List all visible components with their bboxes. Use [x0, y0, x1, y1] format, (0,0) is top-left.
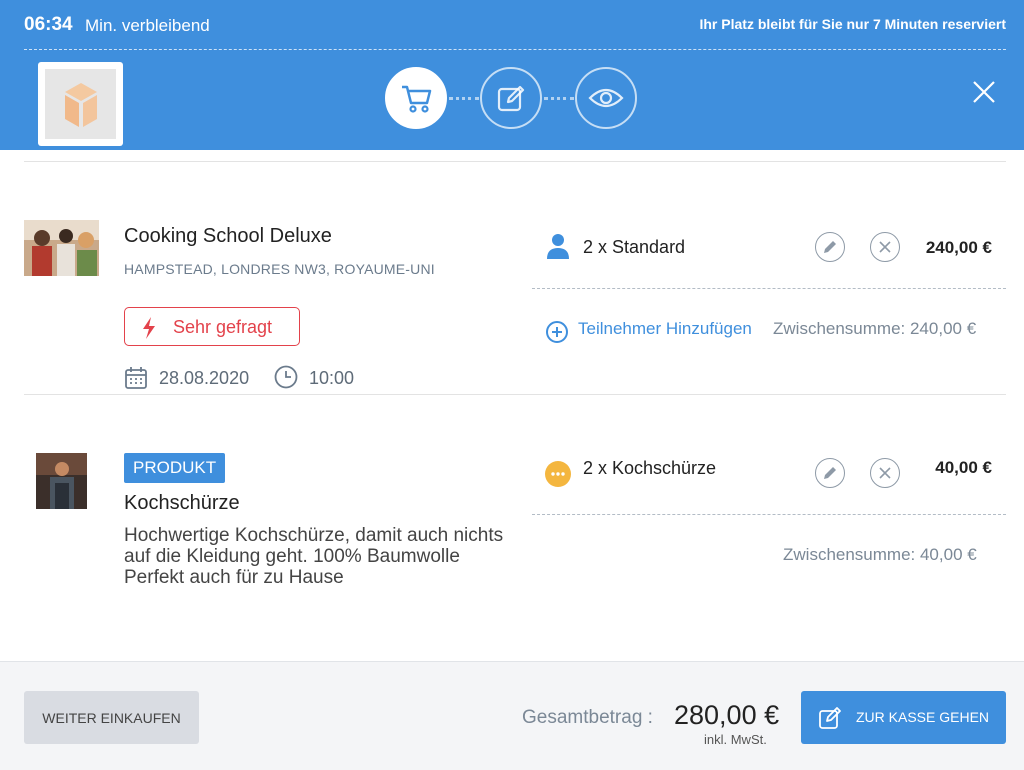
remove-ticket-button[interactable]: [870, 232, 900, 262]
timer-countdown: 06:34: [24, 14, 73, 35]
checkout-button[interactable]: ZUR KASSE GEHEN: [801, 691, 1006, 744]
cart-footer: WEITER EINKAUFEN Gesamtbetrag : 280,00 €…: [0, 661, 1024, 770]
event-title[interactable]: Cooking School Deluxe: [124, 225, 332, 248]
badge-label: Sehr gefragt: [173, 317, 273, 337]
reservation-note: Ihr Platz bleibt für Sie nur 7 Minuten r…: [699, 16, 1006, 32]
timer-label: Min. verbleibend: [85, 16, 210, 35]
eye-icon: [588, 88, 624, 108]
dashed-divider: [532, 288, 1006, 289]
person-icon: [547, 234, 569, 259]
edit-ticket-button[interactable]: [815, 232, 845, 262]
more-dots-icon: [545, 461, 571, 487]
lightning-icon: [143, 317, 155, 339]
event-date: 28.08.2020: [159, 368, 250, 388]
pencil-icon: [824, 241, 836, 253]
close-icon: [973, 81, 995, 103]
edit-icon: [819, 707, 841, 729]
event-thumbnail[interactable]: [24, 220, 99, 276]
pencil-icon: [824, 467, 836, 479]
event-time: 10:00: [309, 368, 355, 388]
divider: [24, 161, 1006, 162]
product-title[interactable]: Kochschürze: [124, 492, 240, 515]
dashed-divider: [532, 514, 1006, 515]
remove-icon: [879, 241, 891, 253]
step-details[interactable]: [480, 67, 542, 129]
apron-photo: [36, 453, 87, 509]
plus-circle-icon: [546, 321, 568, 343]
remove-product-button[interactable]: [870, 458, 900, 488]
close-button[interactable]: [972, 80, 996, 104]
reservation-timer-bar: 06:34 Min. verbleibend Ihr Platz bleibt …: [24, 0, 1006, 50]
step-connector: [544, 97, 574, 100]
box-logo-icon: [65, 83, 97, 127]
item-subtotal: Zwischensumme: 240,00 €: [773, 319, 977, 338]
ticket-line-price: 240,00 €: [925, 238, 992, 257]
item-subtotal: Zwischensumme: 40,00 €: [783, 545, 977, 564]
step-review[interactable]: [575, 67, 637, 129]
event-location: HAMPSTEAD, LONDRES NW3, ROYAUME-UNI: [124, 261, 435, 277]
calendar-icon: [125, 367, 147, 389]
remove-icon: [879, 467, 891, 479]
product-line-price: 40,00 €: [935, 458, 992, 477]
step-connector: [449, 97, 479, 100]
product-thumbnail[interactable]: [36, 453, 87, 509]
ticket-line-label: 2 x Standard: [583, 237, 686, 257]
clock-icon: [274, 365, 298, 389]
product-tag: PRODUKT: [124, 453, 226, 483]
shop-logo: [38, 62, 123, 146]
high-demand-badge: Sehr gefragt: [124, 307, 300, 346]
edit-product-button[interactable]: [815, 458, 845, 488]
tax-note: inkl. MwSt.: [704, 732, 767, 747]
continue-shopping-button[interactable]: WEITER EINKAUFEN: [24, 691, 199, 744]
product-description: Hochwertige Kochschürze, damit auch nich…: [124, 525, 504, 588]
header-bar: 06:34 Min. verbleibend Ihr Platz bleibt …: [0, 0, 1024, 150]
checkout-label: ZUR KASSE GEHEN: [856, 709, 990, 725]
cooking-class-photo: [24, 220, 99, 276]
add-participant-label: Teilnehmer Hinzufügen: [578, 319, 752, 338]
cart-icon: [402, 85, 432, 113]
checkout-steps: [385, 67, 639, 130]
product-line-label: 2 x Kochschürze: [583, 458, 717, 478]
total-label: Gesamtbetrag :: [522, 707, 653, 728]
divider: [24, 394, 1006, 395]
total-amount: 280,00 €: [674, 700, 780, 730]
edit-icon: [497, 85, 525, 112]
step-cart[interactable]: [385, 67, 447, 129]
